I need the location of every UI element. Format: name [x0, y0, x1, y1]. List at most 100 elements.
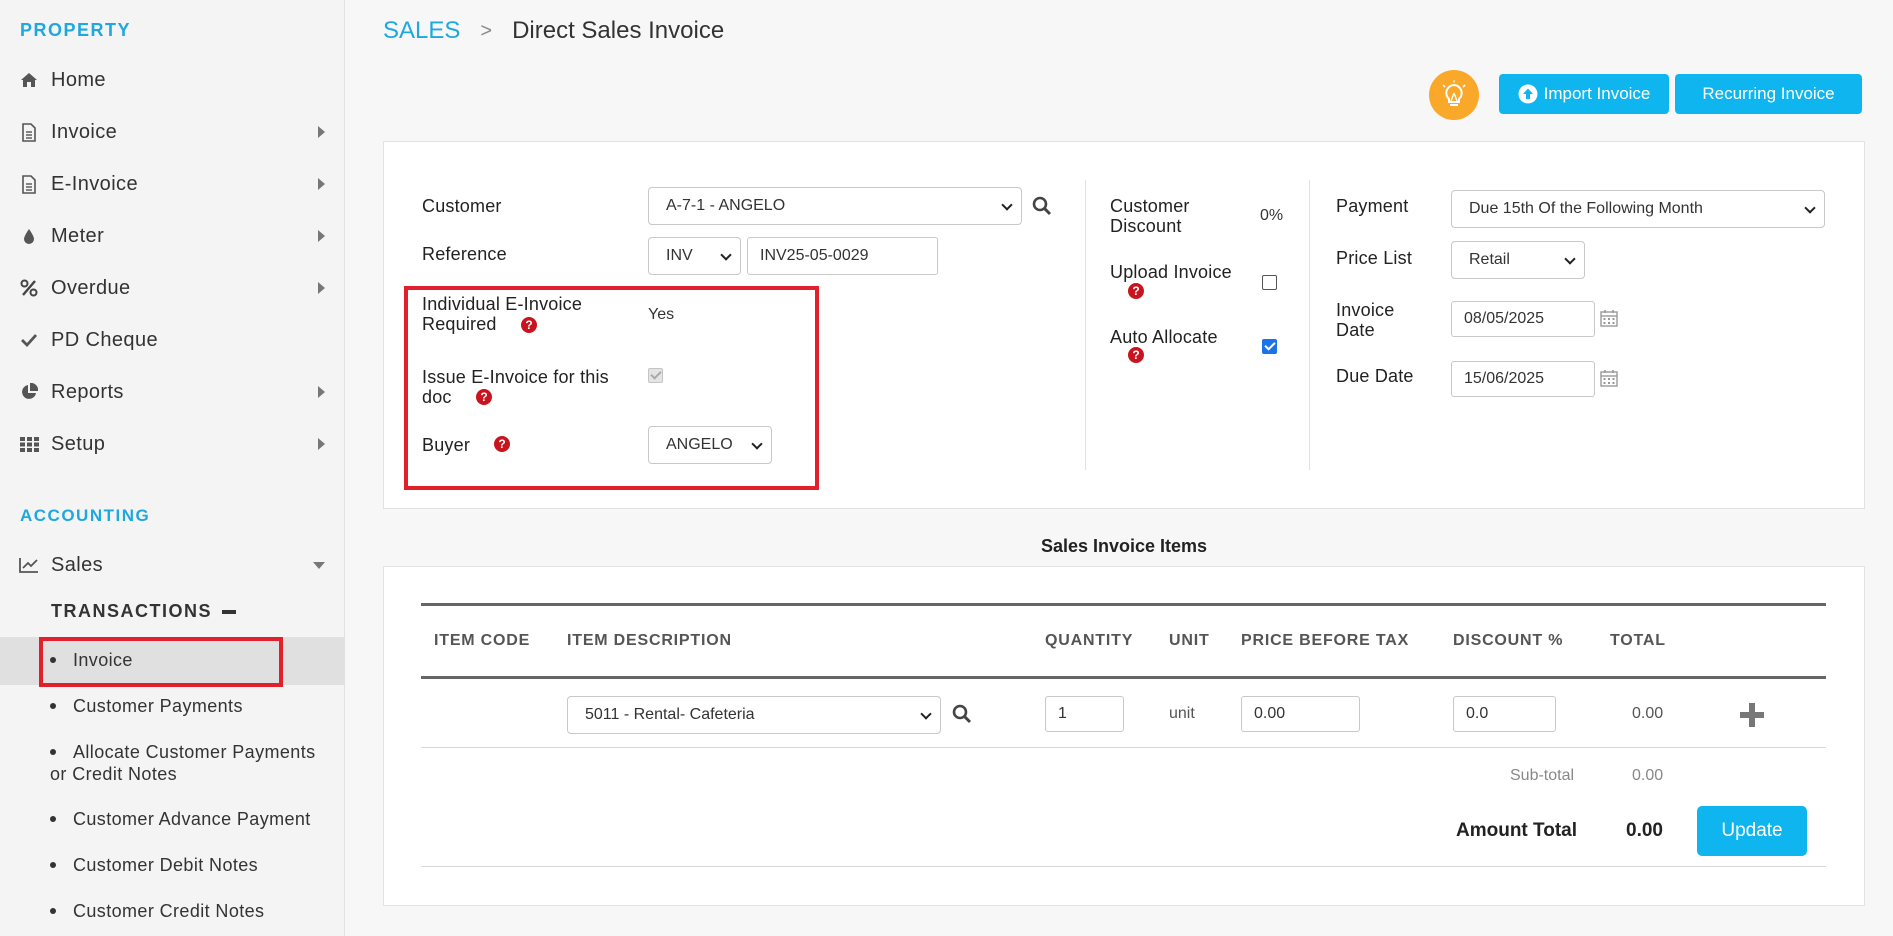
column-header-unit: UNIT — [1169, 632, 1210, 649]
discount-input[interactable]: 0.0 — [1453, 696, 1556, 732]
chevron-right-icon — [318, 438, 325, 450]
invoice-date-input[interactable]: 08/05/2025 — [1451, 301, 1595, 337]
sidebar-item-label: Sales — [51, 553, 104, 576]
table-row-border — [421, 747, 1826, 748]
subitem-label: Customer Credit Notes — [73, 901, 265, 921]
invoice-date-label-line2: Date — [1336, 320, 1375, 340]
bullet-icon — [50, 702, 56, 709]
grid-icon — [18, 433, 40, 455]
help-icon[interactable]: ? — [1128, 347, 1144, 363]
unit-value: unit — [1169, 705, 1195, 722]
chevron-down-icon — [920, 708, 932, 720]
help-icon[interactable]: ? — [1128, 283, 1144, 299]
chevron-right-icon — [318, 126, 325, 138]
sidebar-item-setup[interactable]: Setup — [0, 424, 345, 464]
sidebar-item-label: Invoice — [51, 120, 118, 143]
recurring-invoice-button[interactable]: Recurring Invoice — [1675, 74, 1862, 114]
document-icon — [18, 121, 40, 143]
reference-prefix-select[interactable]: INV — [648, 237, 741, 275]
items-section-title: Sales Invoice Items — [1040, 536, 1208, 556]
amount-total-label: Amount Total — [1456, 820, 1578, 841]
section-title-property: PROPERTY — [20, 20, 132, 40]
column-header-discount: DISCOUNT % — [1453, 632, 1564, 649]
item-description-select[interactable]: 5011 - Rental- Cafeteria — [567, 696, 941, 734]
sidebar-subitem-allocate[interactable]: Allocate Customer Payments or Credit Not… — [50, 741, 330, 785]
search-icon[interactable] — [952, 704, 972, 724]
upload-invoice-label: Upload Invoice — [1110, 262, 1232, 282]
tips-button[interactable] — [1429, 70, 1479, 120]
payment-terms-select[interactable]: Due 15th Of the Following Month — [1451, 190, 1825, 228]
sidebar: PROPERTY Home Invoice E-Invoice Meter Ov… — [0, 0, 345, 936]
sidebar-item-label: PD Cheque — [51, 328, 158, 351]
column-header-price-before-tax: PRICE BEFORE TAX — [1241, 632, 1410, 649]
import-invoice-button[interactable]: Import Invoice — [1499, 74, 1669, 114]
percent-icon — [18, 277, 40, 299]
sidebar-item-sales[interactable]: Sales — [0, 545, 345, 585]
sidebar-item-overdue[interactable]: Overdue — [0, 268, 345, 308]
sidebar-subitem-debit-notes[interactable]: Customer Debit Notes — [50, 854, 340, 876]
bullet-icon — [50, 748, 56, 755]
quantity-input[interactable]: 1 — [1045, 696, 1124, 732]
price-before-tax-input[interactable]: 0.00 — [1241, 696, 1360, 732]
column-header-item-code: ITEM CODE — [434, 632, 531, 649]
customer-discount-value: 0% — [1260, 207, 1284, 224]
check-icon — [18, 329, 40, 351]
lightbulb-icon — [1442, 80, 1466, 106]
calendar-icon[interactable] — [1600, 369, 1618, 387]
sidebar-item-reports[interactable]: Reports — [0, 372, 345, 412]
sidebar-item-meter[interactable]: Meter — [0, 216, 345, 256]
sidebar-item-home[interactable]: Home — [0, 60, 345, 100]
chevron-right-icon — [318, 386, 325, 398]
sidebar-item-label: Home — [51, 68, 106, 91]
sidebar-subitem-advance-payment[interactable]: Customer Advance Payment — [50, 808, 340, 830]
upload-invoice-checkbox[interactable] — [1262, 275, 1277, 290]
column-divider — [1309, 180, 1310, 470]
reference-number-input[interactable]: INV25-05-0029 — [747, 237, 938, 275]
search-icon[interactable] — [1032, 196, 1052, 216]
customer-discount-label-line1: Customer — [1110, 196, 1190, 216]
collapse-icon[interactable] — [222, 609, 236, 614]
sidebar-subitem-credit-notes[interactable]: Customer Credit Notes — [50, 900, 340, 922]
sidebar-item-label: Reports — [51, 380, 124, 403]
table-top-border — [421, 603, 1826, 606]
reference-label: Reference — [422, 244, 507, 264]
drop-icon — [18, 225, 40, 247]
sidebar-item-label: Meter — [51, 224, 105, 247]
sidebar-item-e-invoice[interactable]: E-Invoice — [0, 164, 345, 204]
payment-terms-value: Due 15th Of the Following Month — [1469, 200, 1703, 217]
calendar-icon[interactable] — [1600, 309, 1618, 327]
subitem-label: Customer Payments — [73, 696, 243, 716]
add-row-icon[interactable] — [1739, 702, 1765, 728]
sidebar-subitem-customer-payments[interactable]: Customer Payments — [50, 695, 340, 717]
transactions-header[interactable]: TRANSACTIONS — [51, 601, 236, 622]
highlight-box-invoice — [39, 637, 283, 687]
chevron-down-icon — [1804, 202, 1816, 214]
breadcrumb-sales[interactable]: SALES — [383, 17, 460, 45]
invoice-date-label: Invoice Date — [1336, 300, 1394, 340]
breadcrumb-separator: > — [480, 19, 493, 42]
document-icon — [18, 173, 40, 195]
sidebar-item-label: Setup — [51, 432, 106, 455]
upload-icon — [1518, 84, 1538, 104]
chevron-down-icon — [313, 562, 325, 569]
update-button[interactable]: Update — [1697, 806, 1807, 856]
customer-select[interactable]: A-7-1 - ANGELO — [648, 187, 1022, 225]
pie-chart-icon — [18, 381, 40, 403]
price-list-select[interactable]: Retail — [1451, 241, 1585, 279]
auto-allocate-checkbox[interactable] — [1262, 339, 1277, 354]
due-date-input[interactable]: 15/06/2025 — [1451, 361, 1595, 397]
row-total-value: 0.00 — [1632, 705, 1664, 722]
highlight-box-einvoice — [404, 286, 819, 490]
sidebar-item-invoice[interactable]: Invoice — [0, 112, 345, 152]
column-header-item-description: ITEM DESCRIPTION — [567, 632, 732, 649]
payment-label: Payment — [1336, 196, 1409, 216]
amount-total-value: 0.00 — [1626, 820, 1663, 841]
chevron-down-icon — [1564, 253, 1576, 265]
subitem-label: Customer Debit Notes — [73, 855, 259, 875]
bullet-icon — [50, 861, 56, 868]
sidebar-item-pd-cheque[interactable]: PD Cheque — [0, 320, 345, 360]
item-description-value: 5011 - Rental- Cafeteria — [585, 706, 755, 723]
auto-allocate-label: Auto Allocate — [1110, 327, 1218, 347]
import-invoice-label: Import Invoice — [1543, 84, 1651, 103]
price-list-value: Retail — [1469, 251, 1510, 268]
